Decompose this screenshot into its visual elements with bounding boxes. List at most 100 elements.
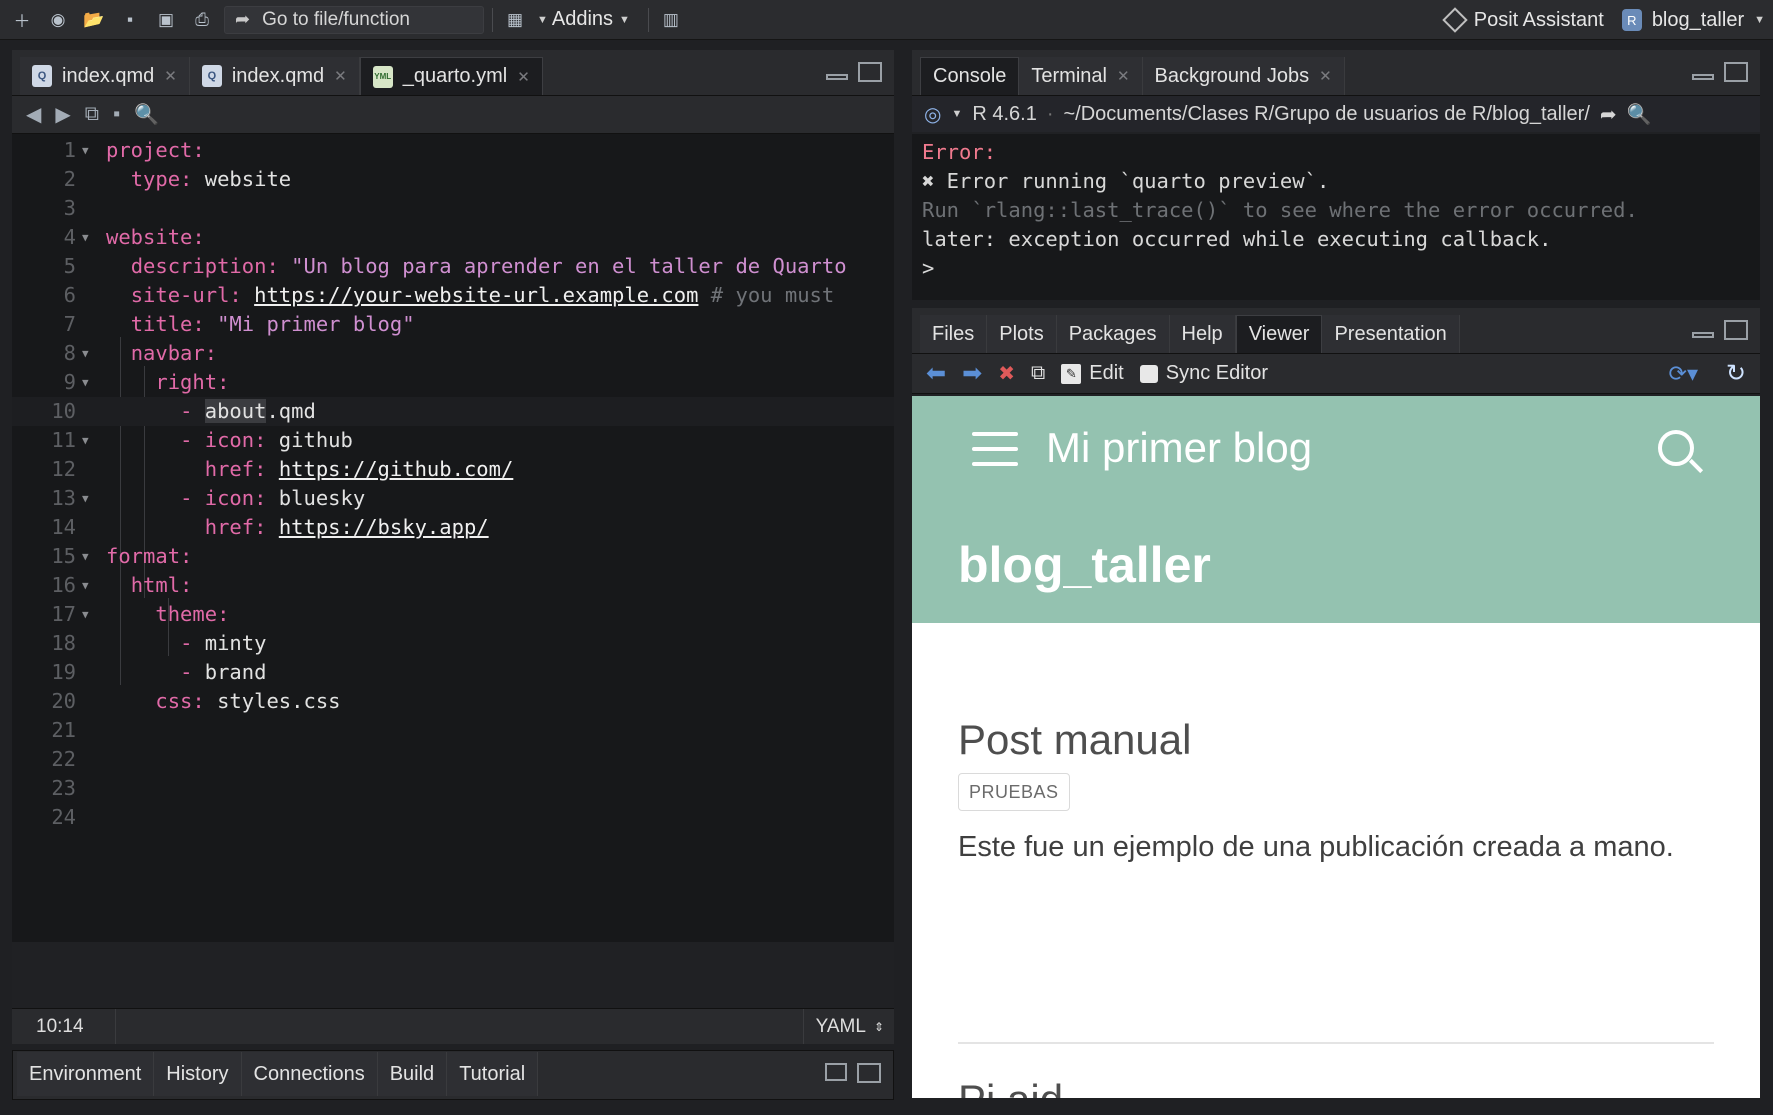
close-icon[interactable]: ✕ — [334, 67, 347, 85]
tab-files[interactable]: Files — [920, 315, 988, 353]
code-line[interactable]: 2 type: website — [12, 165, 894, 194]
minimize-pane-icon[interactable] — [826, 74, 848, 80]
code-line[interactable]: 13 ▼ - icon: bluesky — [12, 484, 894, 513]
minimize-pane-icon[interactable] — [1692, 74, 1714, 80]
posit-assistant-button[interactable]: Posit Assistant — [1442, 7, 1604, 33]
goto-file-input[interactable]: ➦ Go to file/function — [224, 5, 484, 34]
code-line[interactable]: 12 href: https://github.com/ — [12, 455, 894, 484]
close-icon[interactable]: ✕ — [164, 67, 177, 85]
fold-toggle-icon[interactable]: ▼ — [82, 484, 89, 513]
tab-plots[interactable]: Plots — [987, 315, 1057, 353]
code-line[interactable]: 9 ▼ right: — [12, 368, 894, 397]
console-output[interactable]: Error: ✖ Error running `quarto preview`.… — [912, 134, 1760, 300]
chevron-down-icon[interactable]: ▼ — [537, 14, 548, 26]
code-line[interactable]: 10 - about.qmd — [12, 397, 894, 426]
show-in-window-icon[interactable]: ⧉ — [1031, 362, 1045, 385]
console-prompt[interactable]: > — [922, 254, 1750, 283]
chevron-down-icon[interactable]: ▼ — [951, 108, 962, 120]
menu-icon[interactable] — [972, 432, 1018, 466]
code-line[interactable]: 18 - minty — [12, 629, 894, 658]
panes-layout-icon[interactable]: ▥ — [657, 7, 685, 33]
tab-history[interactable]: History — [154, 1052, 242, 1096]
sync-editor-toggle[interactable]: Sync Editor — [1139, 362, 1268, 385]
tab-connections[interactable]: Connections — [241, 1052, 378, 1096]
tab-help[interactable]: Help — [1169, 315, 1236, 353]
addins-menu[interactable]: Addins ▼ — [552, 8, 630, 31]
grid-layout-icon[interactable]: ▦ — [501, 7, 529, 33]
code-line[interactable]: 16 ▼ html: — [12, 571, 894, 600]
tab-build[interactable]: Build — [377, 1052, 448, 1096]
code-line[interactable]: 19 - brand — [12, 658, 894, 687]
code-token[interactable]: https://bsky.app/ — [279, 515, 489, 539]
tab-tutorial[interactable]: Tutorial — [447, 1052, 539, 1096]
code-area[interactable]: 1 ▼ project: 2 type: website 3 4 ▼ website: 5 de… — [12, 134, 894, 942]
code-line[interactable]: 8 ▼ navbar: — [12, 339, 894, 368]
forward-icon[interactable]: ▶ — [55, 102, 70, 127]
close-icon[interactable]: ✕ — [1117, 67, 1130, 85]
goto-directory-icon[interactable]: ➦ — [1600, 102, 1617, 127]
fold-toggle-icon[interactable]: ▼ — [82, 339, 89, 368]
close-icon[interactable]: ✕ — [517, 68, 530, 86]
print-icon[interactable]: ⎙ — [188, 7, 216, 33]
clear-viewer-icon[interactable]: ✖ — [998, 361, 1015, 386]
code-line[interactable]: 21 — [12, 716, 894, 745]
code-line[interactable]: 17 ▼ theme: — [12, 600, 894, 629]
editor-tab-active[interactable]: YML _quarto.yml ✕ — [359, 57, 543, 95]
tab-presentation[interactable]: Presentation — [1322, 315, 1460, 353]
save-icon[interactable]: ▪ — [113, 103, 120, 126]
post-title[interactable]: Post manual — [958, 716, 1191, 764]
new-file-icon[interactable]: ＋ — [8, 7, 36, 33]
save-icon[interactable]: ▪ — [116, 7, 144, 33]
code-line[interactable]: 5 description: "Un blog para aprender en… — [12, 252, 894, 281]
code-line[interactable]: 14 href: https://bsky.app/ — [12, 513, 894, 542]
close-icon[interactable]: ✕ — [1319, 67, 1332, 85]
forward-icon[interactable]: ➡ — [962, 359, 982, 388]
tab-background-jobs[interactable]: Background Jobs ✕ — [1142, 57, 1345, 95]
new-project-icon[interactable]: ◉ — [44, 7, 72, 33]
code-line[interactable]: 11 ▼ - icon: github — [12, 426, 894, 455]
maximize-pane-icon[interactable] — [1724, 62, 1748, 82]
search-icon[interactable] — [1658, 430, 1694, 466]
refresh-icon[interactable]: ↻ — [1726, 359, 1746, 388]
language-selector[interactable]: YAML ⇕ — [802, 1009, 884, 1044]
code-line[interactable]: 4 ▼ website: — [12, 223, 894, 252]
restore-pane-icon[interactable] — [858, 62, 882, 82]
code-line[interactable]: 3 — [12, 194, 894, 223]
fold-toggle-icon[interactable]: ▼ — [82, 600, 89, 629]
editor-tab[interactable]: Q index.qmd ✕ — [20, 57, 190, 95]
show-in-window-icon[interactable]: ⧉ — [85, 103, 99, 126]
code-line[interactable]: 22 — [12, 745, 894, 774]
project-menu[interactable]: R blog_taller ▼ — [1621, 9, 1765, 32]
tab-packages[interactable]: Packages — [1056, 315, 1170, 353]
save-all-icon[interactable]: ▣ — [152, 7, 180, 33]
editor-tab[interactable]: Q index.qmd ✕ — [189, 57, 360, 95]
restore-pane-icon[interactable] — [825, 1063, 847, 1081]
code-line[interactable]: 24 — [12, 803, 894, 832]
edit-button[interactable]: ✎ Edit — [1061, 362, 1124, 385]
code-token[interactable]: https://your-website-url.example.com — [254, 283, 698, 307]
back-icon[interactable]: ⬅ — [926, 359, 946, 388]
search-icon[interactable]: 🔍 — [134, 102, 159, 127]
maximize-pane-icon[interactable] — [857, 1063, 881, 1083]
next-post-title[interactable]: Pi aid — [958, 1076, 1063, 1098]
fold-toggle-icon[interactable]: ▼ — [82, 223, 89, 252]
search-icon[interactable]: 🔍 — [1627, 102, 1652, 127]
code-line[interactable]: 20 css: styles.css — [12, 687, 894, 716]
tab-terminal[interactable]: Terminal ✕ — [1019, 57, 1143, 95]
fold-toggle-icon[interactable]: ▼ — [82, 136, 89, 165]
tab-viewer[interactable]: Viewer — [1235, 315, 1323, 353]
maximize-pane-icon[interactable] — [1724, 320, 1748, 340]
fold-toggle-icon[interactable]: ▼ — [82, 571, 89, 600]
site-brand[interactable]: Mi primer blog — [1046, 424, 1312, 472]
minimize-pane-icon[interactable] — [1692, 332, 1714, 338]
code-token[interactable]: https://github.com/ — [279, 457, 514, 481]
fold-toggle-icon[interactable]: ▼ — [82, 542, 89, 571]
open-file-icon[interactable]: 📂 — [80, 7, 108, 33]
tab-console[interactable]: Console — [920, 57, 1020, 95]
code-line[interactable]: 6 site-url: https://your-website-url.exa… — [12, 281, 894, 310]
code-line[interactable]: 15 ▼ format: — [12, 542, 894, 571]
fold-toggle-icon[interactable]: ▼ — [82, 426, 89, 455]
fold-toggle-icon[interactable]: ▼ — [82, 368, 89, 397]
category-badge[interactable]: PRUEBAS — [958, 773, 1070, 811]
back-icon[interactable]: ◀ — [26, 102, 41, 127]
